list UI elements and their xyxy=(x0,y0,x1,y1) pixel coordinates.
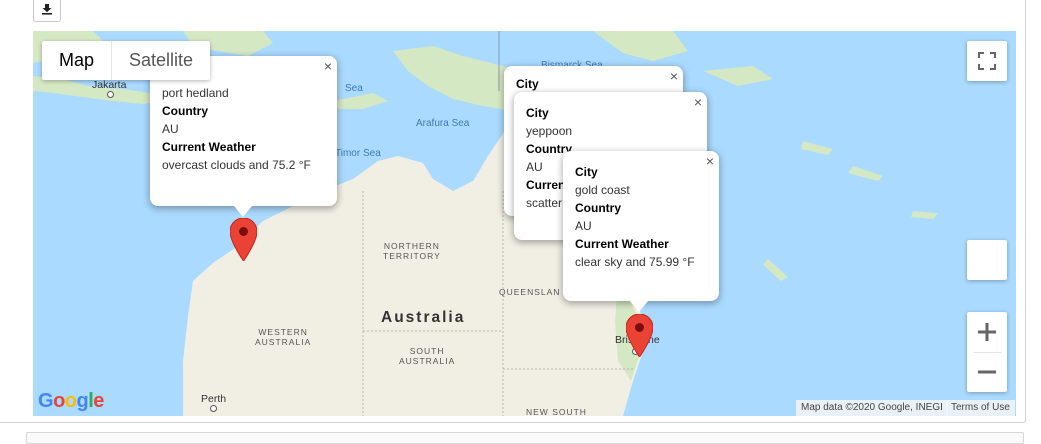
zoom-divider xyxy=(973,352,1001,353)
close-icon[interactable]: × xyxy=(706,154,714,168)
minus-icon xyxy=(978,370,996,374)
iw-city: gold coast xyxy=(575,183,630,197)
next-cell-border xyxy=(26,432,1024,444)
map-canvas[interactable]: Bismarck Sea Arafura Sea Timor Sea Sea J… xyxy=(33,31,1016,416)
close-icon[interactable]: × xyxy=(670,69,678,83)
map-attribution: Map data ©2020 Google, INEGI xyxy=(796,400,948,416)
download-button[interactable] xyxy=(33,0,61,22)
map-marker-gold-coast[interactable] xyxy=(626,314,653,357)
iw-weather-heading: Current Weather xyxy=(575,237,669,251)
country-label-australia: Australia xyxy=(381,309,466,326)
map-marker-port-hedland[interactable] xyxy=(230,218,257,261)
city-label-perth: Perth xyxy=(201,393,227,405)
iw-country: AU xyxy=(162,122,179,136)
iw-weather-heading: Current Weather xyxy=(162,140,256,154)
state-sa-line1: SOUTH xyxy=(409,346,445,356)
info-window-tail xyxy=(630,301,648,312)
state-label-nsw: NEW SOUTH xyxy=(526,407,587,416)
fullscreen-button[interactable] xyxy=(967,41,1007,81)
map-type-satellite-button[interactable]: Satellite xyxy=(111,41,210,80)
state-nt-line2: TERRITORY xyxy=(383,251,441,261)
city-label-jakarta: Jakarta xyxy=(92,79,127,91)
state-wa-line2: AUSTRALIA xyxy=(255,337,312,347)
google-logo: Google xyxy=(38,390,104,412)
city-dot-perth xyxy=(210,405,217,412)
info-window-tail xyxy=(234,206,252,217)
sea-label-arafura: Arafura Sea xyxy=(416,118,470,129)
fullscreen-icon xyxy=(978,52,996,70)
map-type-map-button[interactable]: Map xyxy=(42,41,111,80)
state-label-sa: SOUTH AUSTRALIA xyxy=(399,346,455,366)
iw-city: yeppoon xyxy=(526,124,573,138)
street-view-button[interactable] xyxy=(967,240,1007,280)
iw-country-heading: Country xyxy=(162,104,208,118)
zoom-in-button[interactable] xyxy=(967,312,1007,352)
zoom-control xyxy=(967,312,1007,392)
close-icon[interactable]: × xyxy=(324,59,332,73)
info-window-gold-coast: × City gold coast Country AU Current Wea… xyxy=(563,151,719,301)
city-dot-jakarta xyxy=(107,91,114,98)
sea-label-timor: Timor Sea xyxy=(335,148,381,159)
iw-country: AU xyxy=(575,219,592,233)
plus-icon xyxy=(978,323,996,341)
close-icon[interactable]: × xyxy=(694,95,702,109)
download-icon xyxy=(42,4,52,15)
sea-label-banda: Sea xyxy=(345,83,363,94)
iw-city-heading: City xyxy=(575,165,598,179)
terms-of-use-link[interactable]: Terms of Use xyxy=(946,400,1015,416)
state-label-nt: NORTHERN TERRITORY xyxy=(383,241,441,261)
iw-city-heading: City xyxy=(526,106,549,120)
map-type-control: Map Satellite xyxy=(42,41,211,80)
state-label-wa: WESTERN AUSTRALIA xyxy=(255,327,311,347)
iw-city: port hedland xyxy=(162,86,229,100)
state-wa-line1: WESTERN xyxy=(258,327,308,337)
iw-city-heading: City xyxy=(516,77,539,91)
iw-country-heading: Country xyxy=(575,201,621,215)
iw-weather: clear sky and 75.99 °F xyxy=(575,255,695,269)
zoom-out-button[interactable] xyxy=(967,352,1007,392)
state-label-qld: QUEENSLAN xyxy=(499,287,561,297)
state-sa-line2: AUSTRALIA xyxy=(399,356,456,366)
iw-weather: overcast clouds and 75.2 °F xyxy=(162,158,311,172)
state-nt-line1: NORTHERN xyxy=(383,241,440,251)
